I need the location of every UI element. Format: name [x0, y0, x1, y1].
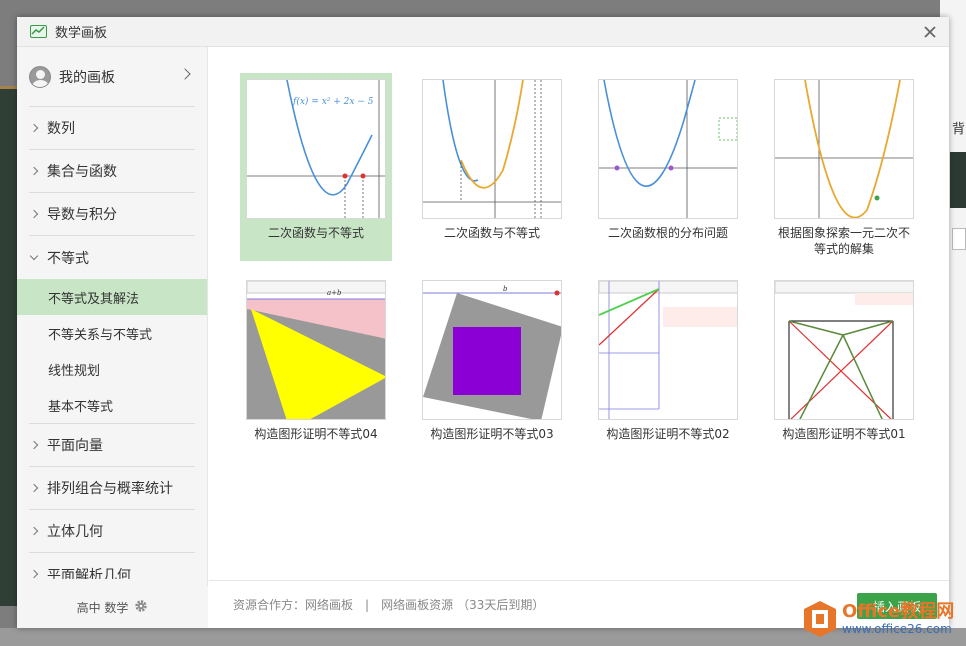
sidebar-item-combinatorics-probability[interactable]: 排列组合与概率统计: [29, 467, 195, 510]
board-card[interactable]: 构造图形证明不等式02: [592, 274, 744, 442]
sidebar-subitem-basic-inequality[interactable]: 基本不等式: [17, 387, 207, 423]
avatar: [29, 65, 51, 88]
grade-subject-label: 高中 数学: [76, 600, 129, 615]
chevron-right-icon: [29, 166, 39, 176]
board-title: 构造图形证明不等式02: [606, 427, 730, 441]
function-formula: f(x) = x² + 2x − 5: [292, 96, 374, 107]
sidebar-item-label: 立体几何: [47, 524, 103, 540]
sidebar-item-sets-functions[interactable]: 集合与函数: [29, 150, 195, 193]
segment-label: b: [503, 285, 508, 293]
sidebar-item-analytic-geometry[interactable]: 平面解析几何: [29, 553, 195, 579]
board-title: 根据图象探索一元二次不等式的解集: [777, 226, 910, 256]
segment-label: a+b: [327, 289, 342, 297]
grade-subject-selector[interactable]: 高中 数学: [17, 586, 208, 628]
background-dark-swatch: [950, 152, 966, 208]
board-thumbnail: [598, 280, 738, 420]
watermark-text: Office教程网 www.office26.com: [842, 601, 955, 637]
chart-icon: [30, 25, 47, 38]
sidebar-item-label: 不等式: [47, 250, 89, 267]
board-title: 二次函数与不等式: [443, 226, 540, 240]
background-board: [0, 86, 18, 606]
board-thumbnail: b: [422, 280, 562, 420]
board-card[interactable]: 根据图象探索一元二次不等式的解集: [768, 73, 920, 257]
board-title: 二次函数根的分布问题: [607, 226, 728, 240]
chevron-right-icon: [179, 68, 191, 80]
board-title: 构造图形证明不等式04: [254, 427, 378, 441]
watermark-line1: Office教程网: [842, 601, 955, 622]
board-title: 二次函数与不等式: [267, 226, 364, 240]
chevron-right-icon: [29, 209, 39, 219]
board-card[interactable]: b 构造图形证明不等式03: [416, 274, 568, 442]
sidebar-subitem-linear-programming[interactable]: 线性规划: [17, 351, 207, 387]
board-title: 构造图形证明不等式03: [430, 427, 554, 441]
board-thumbnail: f(x) = x² + 2x − 5: [246, 79, 386, 219]
sidebar-item-label: 排列组合与概率统计: [47, 481, 173, 497]
gear-icon[interactable]: [134, 599, 148, 616]
board-thumbnail: a+b: [246, 280, 386, 420]
expiry-text: 33天后到期: [469, 598, 533, 612]
office-logo-icon: [804, 601, 836, 637]
sidebar-subitem-solving-inequalities[interactable]: 不等式及其解法: [17, 279, 207, 315]
source-text: 资源合作方：网络画板: [233, 598, 354, 612]
sidebar-item-label: 数列: [47, 121, 75, 137]
sidebar-item-calculus[interactable]: 导数与积分: [29, 193, 195, 236]
sidebar-item-sequence[interactable]: 数列: [29, 107, 195, 150]
board-thumbnail: [598, 79, 738, 219]
resource-text: 网络画板资源: [381, 598, 454, 612]
sidebar-item-solid-geometry[interactable]: 立体几何: [29, 510, 195, 553]
board-card[interactable]: a+b 构造图形证明不等式04: [240, 274, 392, 442]
background-input: [952, 228, 966, 250]
board-card[interactable]: 二次函数与不等式: [416, 73, 568, 241]
chevron-right-icon: [29, 440, 39, 450]
footer-separator: |: [365, 597, 370, 612]
chevron-down-icon: [29, 251, 39, 261]
board-card[interactable]: 二次函数根的分布问题: [592, 73, 744, 241]
board-title: 构造图形证明不等式01: [782, 427, 906, 441]
chevron-right-icon: [29, 483, 39, 493]
sidebar-item-label: 平面向量: [47, 438, 103, 454]
expiry-close: ）: [532, 598, 545, 612]
sidebar-item-label: 平面解析几何: [47, 568, 131, 579]
dialog-titlebar: 数学画板: [17, 17, 949, 47]
watermark-line2: www.office26.com: [842, 622, 952, 636]
category-sidebar: 我的画板 数列 集合与函数 导数与积分 不等式 不等式及其解法 不等关系与不等式…: [17, 47, 208, 628]
board-card[interactable]: 构造图形证明不等式01: [768, 274, 920, 442]
board-thumbnail: [774, 79, 914, 219]
chevron-right-icon: [29, 123, 39, 133]
watermark: Office教程网 www.office26.com: [802, 598, 962, 640]
inequality-subcategories: 不等式及其解法 不等关系与不等式 线性规划 基本不等式: [17, 279, 207, 424]
close-icon[interactable]: [921, 23, 939, 41]
chevron-right-icon: [29, 526, 39, 536]
sidebar-item-label: 集合与函数: [47, 164, 117, 180]
sidebar-item-label: 导数与积分: [47, 207, 117, 223]
board-thumbnail: [422, 79, 562, 219]
sidebar-subitem-inequality-relations[interactable]: 不等关系与不等式: [17, 315, 207, 351]
my-board-link[interactable]: 我的画板: [29, 47, 195, 107]
expiry-open: （: [457, 598, 470, 612]
math-board-dialog: 数学画板 我的画板 数列 集合与函数 导数与积分 不等式 不等式及其解法 不等关…: [17, 17, 949, 628]
chevron-right-icon: [29, 569, 39, 579]
sidebar-item-plane-vectors[interactable]: 平面向量: [29, 424, 195, 467]
board-thumbnail: [774, 280, 914, 420]
board-card[interactable]: f(x) = x² + 2x − 5 二次函数与不等式: [240, 73, 392, 261]
background-text: 背: [952, 122, 966, 137]
my-board-label: 我的画板: [59, 69, 115, 86]
dialog-title: 数学画板: [55, 26, 108, 41]
sidebar-item-inequality[interactable]: 不等式: [29, 236, 195, 279]
board-grid: f(x) = x² + 2x − 5 二次函数与不等式 二次函数与不等式 二次函…: [209, 47, 949, 580]
